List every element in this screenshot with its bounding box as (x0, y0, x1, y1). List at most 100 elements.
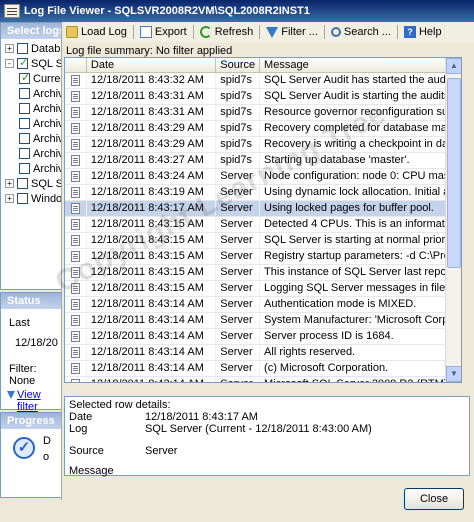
details-date-value: 12/18/2011 8:43:17 AM (145, 411, 258, 423)
log-checkbox[interactable] (17, 56, 28, 69)
status-last-label: Last (9, 317, 30, 329)
log-entry-date: 12/18/2011 8:43:29 AM (87, 137, 217, 152)
progress-text-1: D (43, 435, 51, 447)
filter-icon (266, 26, 279, 38)
done-check-icon: ✓ (13, 437, 35, 459)
log-entry-message: Logging SQL Server messages in file 'C:\… (260, 281, 461, 296)
expand-icon[interactable]: + (5, 44, 14, 53)
help-label: Help (418, 26, 442, 38)
log-checkbox[interactable] (17, 178, 28, 189)
log-entry-source: spid7s (216, 89, 261, 104)
log-entry-message: Recovery is writing a checkpoint in data… (260, 137, 461, 152)
log-tree-item[interactable]: Archive #6 (5, 161, 61, 176)
collapse-icon[interactable]: - (5, 59, 14, 68)
log-entry-icon-cell (65, 329, 87, 344)
log-checkbox[interactable] (19, 71, 30, 84)
log-entry-row[interactable]: 12/18/2011 8:43:15 AM Server Registry star… (65, 249, 461, 265)
log-entry-icon (71, 331, 80, 342)
log-checkbox[interactable] (19, 163, 30, 174)
log-entry-source: spid7s (216, 153, 261, 168)
log-tree-item[interactable]: Current (5, 71, 61, 86)
date-column-header[interactable]: Date (87, 58, 217, 72)
scroll-thumb[interactable] (447, 78, 461, 268)
log-checkbox[interactable] (19, 103, 30, 114)
log-entry-row[interactable]: 12/18/2011 8:43:31 AM spid7s SQL Server Au… (65, 89, 461, 105)
icon-column-header[interactable] (65, 58, 87, 72)
log-checkbox[interactable] (19, 118, 30, 129)
log-tree-item[interactable]: Archive #1 (5, 86, 61, 101)
log-checkbox[interactable] (19, 88, 30, 99)
message-column-header[interactable]: Message (260, 58, 461, 72)
view-filter-link[interactable]: View filter (17, 389, 57, 413)
log-entry-row[interactable]: 12/18/2011 8:43:14 AM Server Server proces… (65, 329, 461, 345)
log-entry-source: Server (216, 313, 261, 328)
log-checkbox[interactable] (17, 43, 28, 54)
log-entry-row[interactable]: 12/18/2011 8:43:15 AM Server Detected 4 CP… (65, 217, 461, 233)
log-entry-date: 12/18/2011 8:43:31 AM (87, 89, 217, 104)
filter-button[interactable]: Filter ... (266, 26, 318, 38)
log-entry-row[interactable]: 12/18/2011 8:43:17 AM Server Using locked … (65, 201, 461, 217)
log-tree-item[interactable]: + Windows NT (5, 191, 62, 206)
expand-icon[interactable]: + (5, 194, 14, 203)
log-tree-item[interactable]: Archive #4 (5, 131, 61, 146)
log-checkbox[interactable] (17, 193, 28, 204)
log-entry-row[interactable]: 12/18/2011 8:43:32 AM spid7s SQL Server Au… (65, 73, 461, 89)
log-tree-item[interactable]: Archive #2 (5, 101, 61, 116)
load-log-button[interactable]: Load Log (66, 26, 127, 38)
log-entry-icon (71, 75, 80, 86)
scroll-down-button[interactable]: ▼ (446, 366, 461, 382)
log-tree-item[interactable]: Archive #3 (5, 116, 61, 131)
export-button[interactable]: Export (139, 26, 187, 38)
log-entry-source: Server (216, 249, 261, 264)
log-tree-item[interactable]: + Database Mail (5, 41, 61, 56)
grid-vertical-scrollbar[interactable]: ▲ ▼ (445, 58, 461, 382)
log-tree-item[interactable]: + SQL Server Agent (5, 176, 61, 191)
select-logs-panel: Select logs + Database Mail - SQL Server Cur… (0, 22, 62, 290)
log-entry-row[interactable]: 12/18/2011 8:43:14 AM Server (c) Microsoft… (65, 361, 461, 377)
log-entry-row[interactable]: 12/18/2011 8:43:19 AM Server Using dynamic… (65, 185, 461, 201)
refresh-button[interactable]: Refresh (199, 26, 253, 38)
log-entry-row[interactable]: 12/18/2011 8:43:29 AM spid7s Recovery is w… (65, 137, 461, 153)
status-last-value: 12/18/20 (15, 337, 58, 349)
log-entry-source: Server (216, 169, 261, 184)
log-entry-date: 12/18/2011 8:43:15 AM (87, 217, 217, 232)
log-tree-item[interactable]: - SQL Server (5, 56, 61, 71)
log-checkbox[interactable] (19, 148, 30, 159)
source-column-header[interactable]: Source (216, 58, 261, 72)
log-tree-item[interactable]: Archive #5 (5, 146, 61, 161)
log-entry-row[interactable]: 12/18/2011 8:43:31 AM spid7s Resource gove… (65, 105, 461, 121)
log-entry-icon (71, 299, 80, 310)
expand-icon[interactable]: + (5, 179, 14, 188)
filter-label: Filter: (9, 363, 37, 375)
close-button[interactable]: Close (404, 488, 464, 510)
log-entry-row[interactable]: 12/18/2011 8:43:14 AM Server All rights re… (65, 345, 461, 361)
view-filter-row: View filter (7, 389, 57, 413)
search-button[interactable]: Search ... (330, 26, 391, 38)
log-tree-label: Windows NT (31, 192, 62, 205)
log-entry-row[interactable]: 12/18/2011 8:43:14 AM Server System Manufa… (65, 313, 461, 329)
log-entry-row[interactable]: 12/18/2011 8:43:24 AM Server Node configur… (65, 169, 461, 185)
log-entry-icon (71, 155, 80, 166)
log-entry-icon (71, 107, 80, 118)
scroll-up-button[interactable]: ▲ (446, 58, 461, 74)
log-checkbox[interactable] (19, 133, 30, 144)
log-entry-row[interactable]: 12/18/2011 8:43:15 AM Server This instance… (65, 265, 461, 281)
log-entry-source: spid7s (216, 121, 261, 136)
log-entry-source: Server (216, 297, 261, 312)
log-entry-icon-cell (65, 185, 87, 200)
log-entry-row[interactable]: 12/18/2011 8:43:15 AM Server Logging SQL S… (65, 281, 461, 297)
log-entry-icon-cell (65, 169, 87, 184)
log-entry-date: 12/18/2011 8:43:15 AM (87, 249, 217, 264)
log-entry-row[interactable]: 12/18/2011 8:43:29 AM spid7s Recovery comp… (65, 121, 461, 137)
log-entry-row[interactable]: 12/18/2011 8:43:14 AM Server Authenticatio… (65, 297, 461, 313)
help-button[interactable]: ? Help (403, 26, 442, 38)
log-entry-row[interactable]: 12/18/2011 8:43:14 AMServerMicrosoft SQL… (65, 377, 461, 382)
log-entry-source: Server (216, 265, 261, 280)
log-entry-row[interactable]: 12/18/2011 8:43:15 AM Server SQL Server is… (65, 233, 461, 249)
log-entry-icon-cell (65, 153, 87, 168)
log-entry-source: Server (216, 345, 261, 360)
log-entry-icon-cell (65, 281, 87, 296)
log-entry-row[interactable]: 12/18/2011 8:43:27 AM spid7s Starting up d… (65, 153, 461, 169)
log-entry-message: Server process ID is 1684. (260, 329, 461, 344)
log-tree-label: Archive #6 (33, 162, 61, 175)
